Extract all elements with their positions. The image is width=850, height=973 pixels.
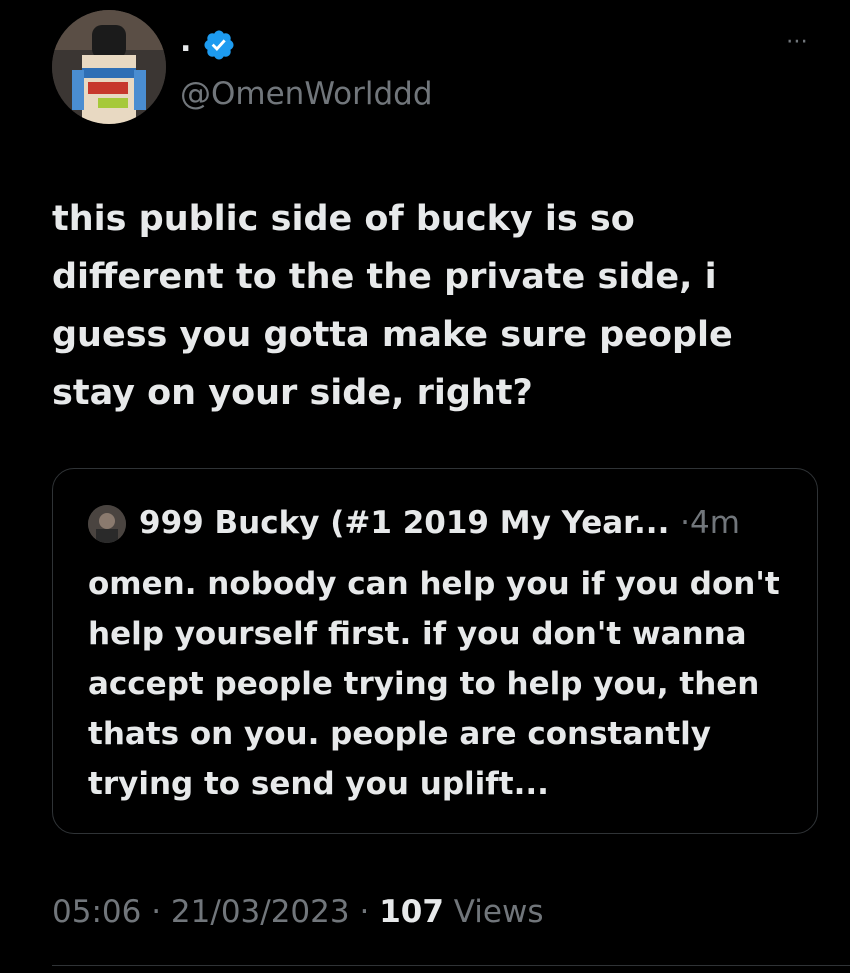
tweet-meta: 05:06 · 21/03/2023 · 107 Views (52, 890, 543, 934)
quoted-author-name: 999 Bucky (#1 2019 My Year... (139, 505, 670, 541)
meta-separator: · (359, 894, 370, 930)
timestamp-time[interactable]: 05:06 (52, 894, 141, 930)
quoted-tweet[interactable]: 999 Bucky (#1 2019 My Year... ·4m omen. … (52, 468, 818, 834)
quoted-tweet-text: omen. nobody can help you if you don't h… (88, 566, 780, 802)
author-avatar[interactable] (52, 10, 166, 124)
quoted-time: 4m (690, 505, 740, 541)
author-handle[interactable]: @OmenWorlddd (180, 72, 433, 116)
meta-separator: · (151, 894, 162, 930)
quoted-tweet-header: 999 Bucky (#1 2019 My Year... ·4m (139, 501, 740, 545)
views-label: Views (453, 894, 544, 930)
timestamp-date[interactable]: 21/03/2023 (171, 894, 350, 930)
quoted-separator: · (680, 505, 691, 541)
display-name[interactable]: . (180, 22, 191, 62)
quoted-author-avatar (88, 505, 126, 543)
views-count[interactable]: 107 (379, 894, 444, 930)
verified-badge-icon (204, 30, 234, 60)
tweet-text: this public side of bucky is so differen… (52, 199, 733, 413)
divider (52, 965, 850, 966)
more-options-icon[interactable]: ⋯ (786, 31, 809, 53)
